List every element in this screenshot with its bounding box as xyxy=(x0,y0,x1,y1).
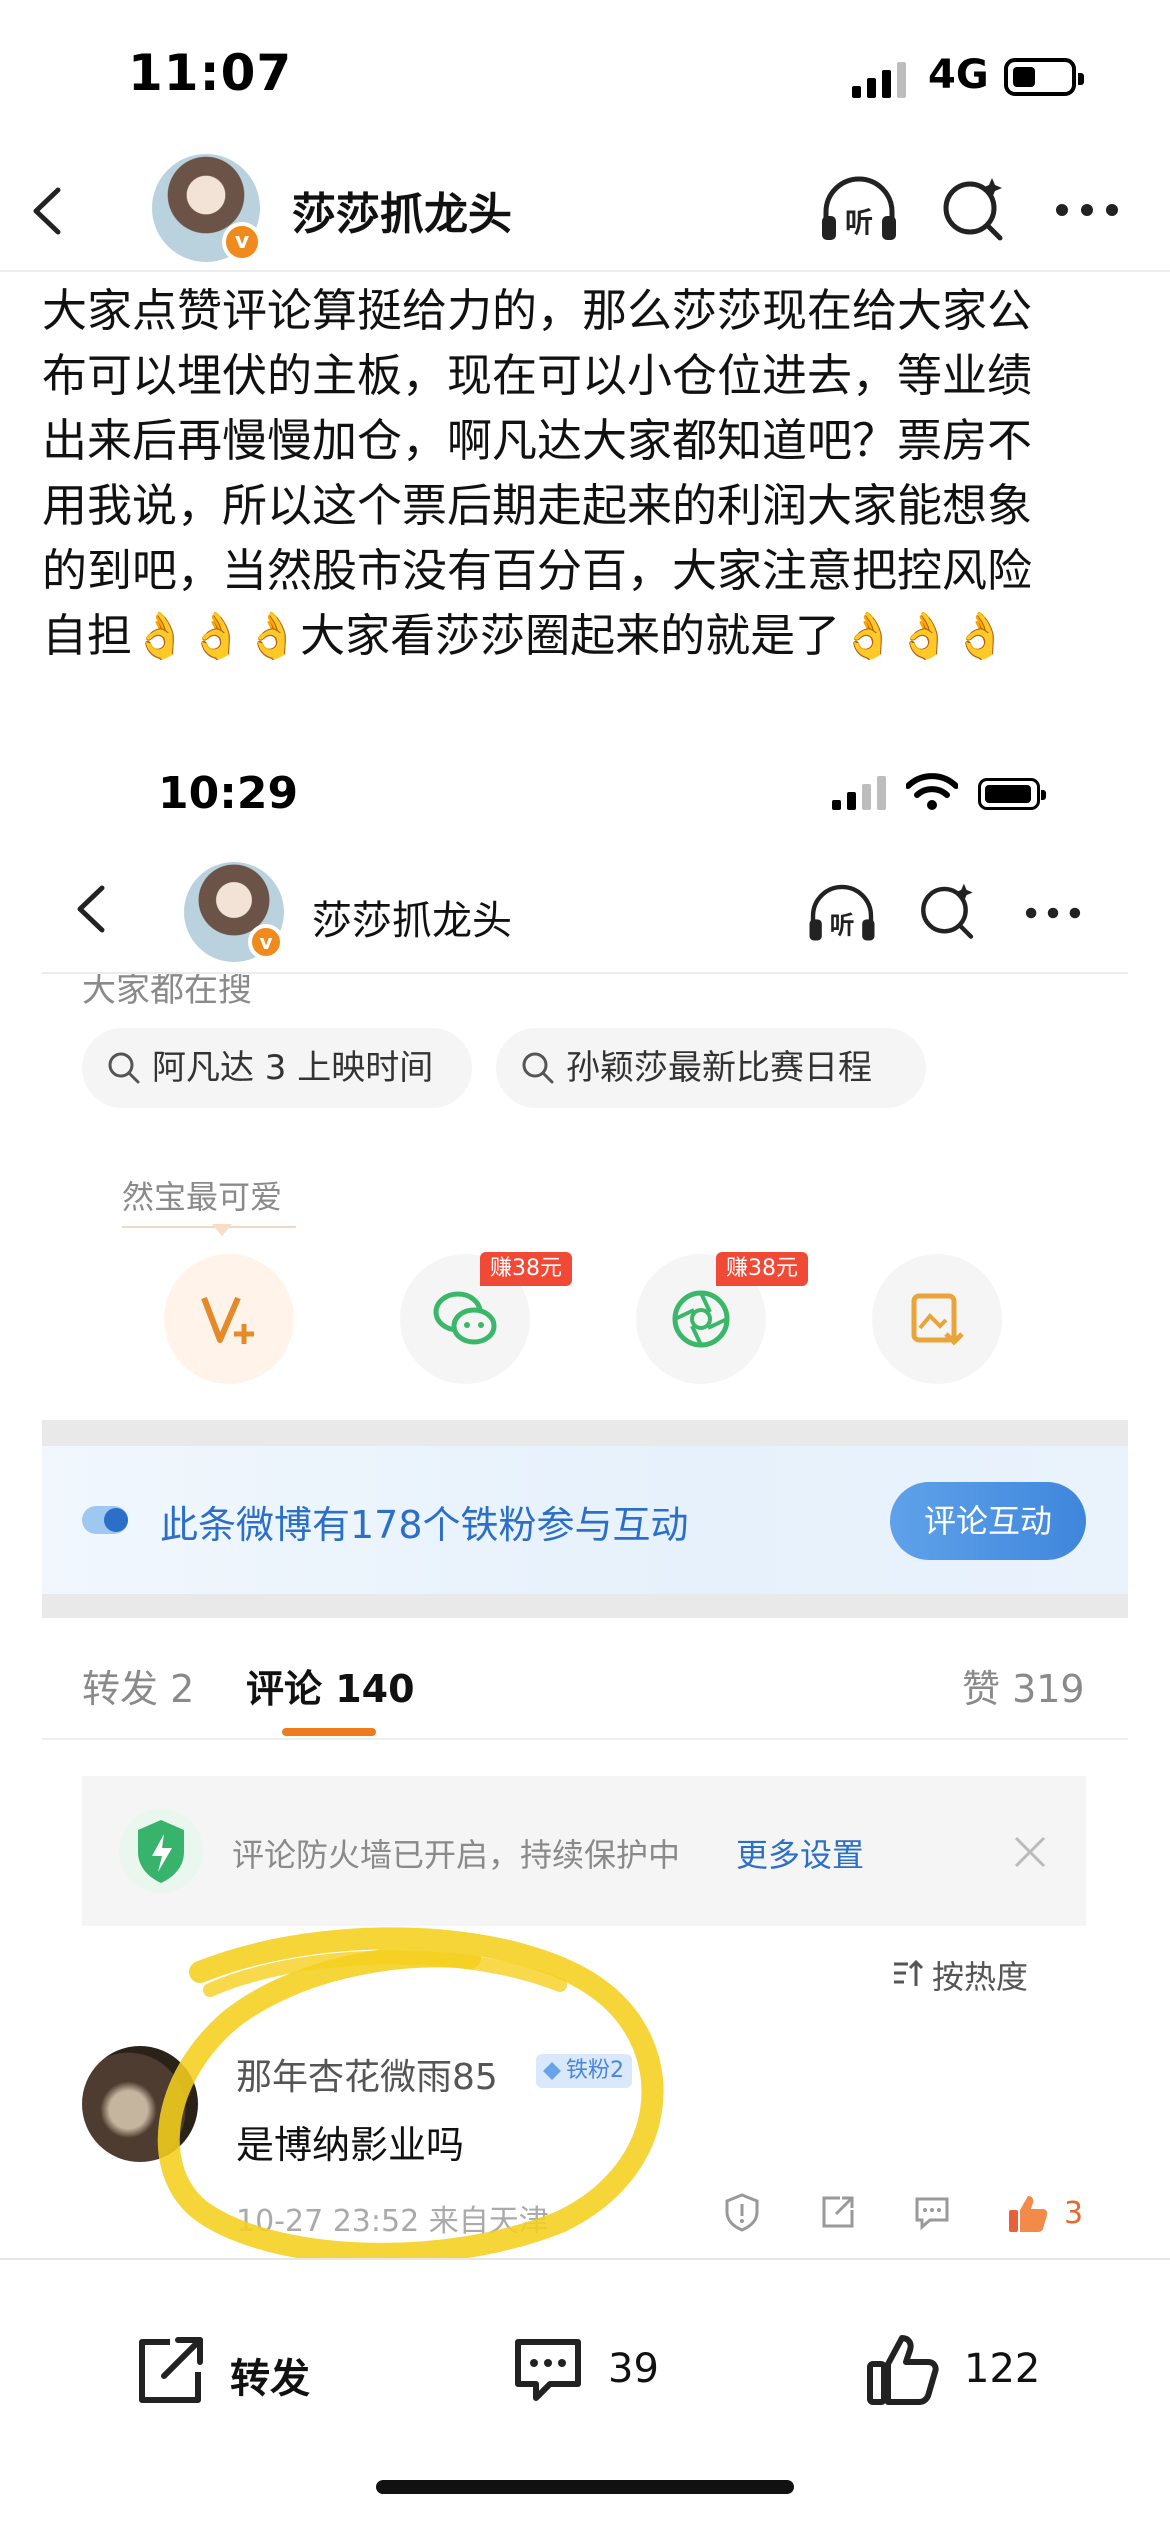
inner-listen-icon[interactable]: 听 xyxy=(806,884,878,946)
super-topic-label[interactable]: 然宝最可爱 xyxy=(122,1172,282,1218)
post-line: 用我说，所以这个票后期走起来的利润大家能想象 xyxy=(42,479,1033,532)
reply-icon[interactable] xyxy=(912,2192,952,2232)
repost-label: 转发 xyxy=(230,2356,310,2402)
fan-level-badge: 铁粉2 xyxy=(536,2054,632,2088)
firewall-text: 评论防火墙已开启，持续保护中 xyxy=(232,1836,681,1874)
save-image-button[interactable] xyxy=(872,1254,1002,1384)
sort-icon xyxy=(894,1959,924,1986)
search-icon xyxy=(522,1052,554,1084)
commenter-avatar[interactable] xyxy=(82,2046,198,2162)
divider xyxy=(122,1226,296,1228)
fan-icon xyxy=(82,1506,128,1534)
inner-search-icon[interactable] xyxy=(918,880,978,942)
inner-author-name[interactable]: 莎莎抓龙头 xyxy=(312,888,512,946)
report-icon[interactable] xyxy=(722,2192,762,2232)
search-icon[interactable] xyxy=(940,174,1008,244)
listen-icon[interactable]: 听 xyxy=(818,176,900,246)
comment-text: 是博纳影业吗 xyxy=(236,2123,465,2167)
wechat-icon xyxy=(433,1291,497,1345)
post-line: 布可以埋伏的主板，现在可以小仓位进去，等业绩 xyxy=(42,349,1033,402)
inner-wifi-icon xyxy=(906,773,958,810)
battery-icon xyxy=(1004,58,1084,96)
search-chip-label: 孙颖莎最新比赛日程 xyxy=(566,1048,872,1088)
search-chip-label: 阿凡达 3 上映时间 xyxy=(152,1048,434,1088)
inner-cellular-signal-icon xyxy=(832,776,886,810)
svg-text:听: 听 xyxy=(830,910,855,939)
comment-firewall-notice: 评论防火墙已开启，持续保护中 更多设置 xyxy=(82,1776,1086,1926)
status-time: 11:07 xyxy=(128,44,293,102)
comment-meta: 10-27 23:52 来自天津 xyxy=(236,2204,549,2239)
search-hint-label: 大家都在搜 xyxy=(82,970,252,1010)
save-image-icon xyxy=(911,1293,964,1346)
divider xyxy=(42,1594,1128,1618)
comment-tabs: 转发 2 评论 140 赞 319 xyxy=(42,1618,1128,1740)
post-header: v 莎莎抓龙头 听 xyxy=(0,150,1170,272)
fan-interaction-banner[interactable]: 此条微博有178个铁粉参与互动 评论互动 xyxy=(42,1446,1128,1594)
vplus-icon xyxy=(201,1296,254,1344)
fan-banner-text: 此条微博有178个铁粉参与互动 xyxy=(160,1503,689,1547)
firewall-more-settings-link[interactable]: 更多设置 xyxy=(736,1830,864,1876)
sort-by-hot-button[interactable]: 按热度 xyxy=(894,1952,1029,1998)
diamond-icon xyxy=(543,2062,561,2080)
author-name[interactable]: 莎莎抓龙头 xyxy=(292,178,512,242)
commenter-name[interactable]: 那年杏花微雨85 xyxy=(236,2048,498,2100)
sort-label: 按热度 xyxy=(932,1958,1029,1996)
divider xyxy=(42,1420,1128,1446)
vplus-button[interactable] xyxy=(164,1254,294,1384)
comment-count: 39 xyxy=(608,2346,659,2392)
inner-verified-badge: v xyxy=(248,924,284,960)
comment-interact-button[interactable]: 评论互动 xyxy=(890,1482,1086,1560)
like-count: 122 xyxy=(964,2346,1041,2392)
tab-comments[interactable]: 评论 140 xyxy=(246,1658,415,1713)
like-button[interactable]: 122 xyxy=(864,2330,1064,2410)
earn-badge: 赚38元 xyxy=(480,1252,572,1286)
cellular-signal-icon xyxy=(852,62,906,98)
network-type: 4G xyxy=(928,52,989,98)
post-line: 的到吧，当然股市没有百分百，大家注意把控风险 xyxy=(42,544,1033,597)
search-icon xyxy=(108,1052,140,1084)
inner-back-arrow-icon[interactable] xyxy=(74,884,110,934)
moments-icon xyxy=(672,1290,730,1348)
status-bar: 11:07 4G xyxy=(0,0,1170,150)
post-body: 大家点赞评论算挺给力的，那么莎莎现在给大家公 布可以埋伏的主板，现在可以小仓位进… xyxy=(42,278,1132,668)
verified-badge: v xyxy=(222,222,262,262)
comment-button[interactable]: 39 xyxy=(508,2330,708,2410)
thumbs-up-icon xyxy=(867,2335,939,2405)
svg-text:听: 听 xyxy=(845,206,873,239)
fan-level-label: 铁粉2 xyxy=(566,2058,624,2083)
active-tab-indicator xyxy=(282,1728,376,1736)
shield-icon xyxy=(119,1809,203,1893)
inner-status-time: 10:29 xyxy=(158,768,299,819)
search-chip[interactable]: 孙颖莎最新比赛日程 xyxy=(496,1028,926,1108)
share-comment-icon[interactable] xyxy=(818,2192,858,2232)
search-chip[interactable]: 阿凡达 3 上映时间 xyxy=(82,1028,472,1108)
more-options-icon[interactable] xyxy=(1054,202,1120,218)
comment-like-count: 3 xyxy=(1064,2196,1084,2231)
repost-button[interactable]: 转发 xyxy=(130,2330,350,2410)
like-icon[interactable] xyxy=(1006,2192,1050,2236)
back-arrow-icon[interactable] xyxy=(28,186,68,236)
inner-battery-icon xyxy=(978,778,1046,810)
earn-badge: 赚38元 xyxy=(716,1252,808,1286)
close-icon[interactable] xyxy=(1012,1834,1048,1870)
tab-likes[interactable]: 赞 319 xyxy=(962,1658,1085,1713)
inner-more-options-icon[interactable] xyxy=(1022,906,1084,920)
divider xyxy=(42,972,1128,974)
post-line: 大家点赞评论算挺给力的，那么莎莎现在给大家公 xyxy=(42,284,1033,337)
comment-icon xyxy=(515,2339,581,2401)
caret-icon xyxy=(212,1224,232,1236)
post-line: 自担👌👌👌大家看莎莎圈起来的就是了👌👌👌 xyxy=(42,609,1009,662)
home-indicator[interactable] xyxy=(376,2480,794,2494)
post-line: 出来后再慢慢加仓，啊凡达大家都知道吧？票房不 xyxy=(42,414,1033,467)
tab-repost[interactable]: 转发 2 xyxy=(82,1658,194,1713)
repost-icon xyxy=(139,2337,203,2403)
